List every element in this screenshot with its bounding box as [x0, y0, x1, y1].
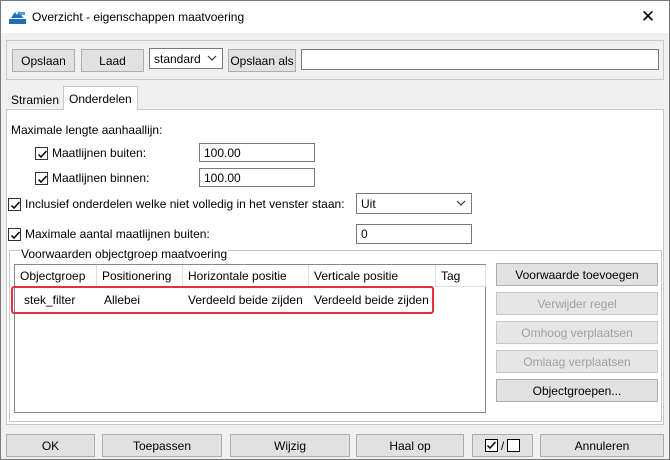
window-title: Overzicht - eigenschappen maatvoering [32, 10, 245, 24]
move-up-button[interactable]: Omhoog verplaatsen [496, 321, 658, 344]
column-header-positionering[interactable]: Positionering [97, 265, 183, 287]
outer-lines-input[interactable] [199, 143, 315, 162]
column-header-horizontale-positie[interactable]: Horizontale positie [183, 265, 309, 287]
dialog-window: Overzicht - eigenschappen maatvoering ✕ … [0, 0, 670, 460]
checked-box-icon [484, 439, 498, 452]
row-highlight-annotation [11, 286, 434, 314]
tab-stramien[interactable]: Stramien [6, 90, 64, 110]
checkmark-icon [10, 231, 21, 240]
outer-lines-label: Maatlijnen buiten: [52, 146, 147, 160]
preset-select[interactable]: standard [149, 48, 223, 69]
include-partial-checkbox[interactable] [8, 198, 21, 211]
inner-lines-input[interactable] [199, 168, 315, 187]
toggle-separator: / [500, 438, 505, 453]
inner-lines-checkbox[interactable] [35, 172, 48, 185]
apply-button[interactable]: Toepassen [102, 434, 222, 457]
max-length-heading: Maximale lengte aanhaallijn: [11, 123, 163, 137]
ok-button[interactable]: OK [6, 434, 95, 457]
column-header-tag[interactable]: Tag [436, 265, 486, 287]
inner-lines-label: Maatlijnen binnen: [52, 171, 150, 185]
chevron-down-icon [456, 200, 466, 206]
title-bar: Overzicht - eigenschappen maatvoering ✕ [1, 1, 669, 33]
chevron-down-icon [207, 55, 217, 61]
column-header-verticale-positie[interactable]: Verticale positie [309, 265, 436, 287]
checkmark-icon [37, 150, 48, 159]
include-partial-select[interactable]: Uit [356, 193, 472, 214]
object-groups-button[interactable]: Objectgroepen... [496, 379, 658, 402]
tab-onderdelen[interactable]: Onderdelen [63, 86, 138, 110]
save-as-button[interactable]: Opslaan als [228, 49, 296, 72]
column-header-objectgroep[interactable]: Objectgroep [15, 265, 97, 287]
checkmark-icon [10, 201, 21, 210]
checkmark-icon [37, 175, 48, 184]
modify-button[interactable]: Wijzig [230, 434, 350, 457]
app-icon [9, 11, 26, 24]
get-button[interactable]: Haal op [356, 434, 464, 457]
preset-select-value: standard [154, 51, 201, 66]
conditions-legend: Voorwaarden objectgroep maatvoering [20, 247, 229, 261]
remove-row-button[interactable]: Verwijder regel [496, 292, 658, 315]
move-down-button[interactable]: Omlaag verplaatsen [496, 350, 658, 373]
save-button[interactable]: Opslaan [12, 49, 75, 72]
outer-lines-checkbox[interactable] [35, 147, 48, 160]
include-partial-value: Uit [361, 196, 376, 211]
max-outer-count-checkbox[interactable] [8, 228, 21, 241]
add-condition-button[interactable]: Voorwaarde toevoegen [496, 263, 658, 286]
include-partial-label: Inclusief onderdelen welke niet volledig… [25, 197, 345, 211]
close-icon[interactable]: ✕ [637, 6, 659, 28]
max-outer-count-label: Maximale aantal maatlijnen buiten: [25, 227, 210, 241]
unchecked-box-icon [507, 439, 521, 452]
cell-tag [436, 290, 441, 310]
max-outer-count-input[interactable] [356, 224, 472, 244]
save-as-name-input[interactable] [301, 49, 659, 70]
toggle-check-button[interactable]: / [472, 434, 533, 457]
cancel-button[interactable]: Annuleren [540, 434, 664, 457]
load-button[interactable]: Laad [81, 49, 144, 72]
